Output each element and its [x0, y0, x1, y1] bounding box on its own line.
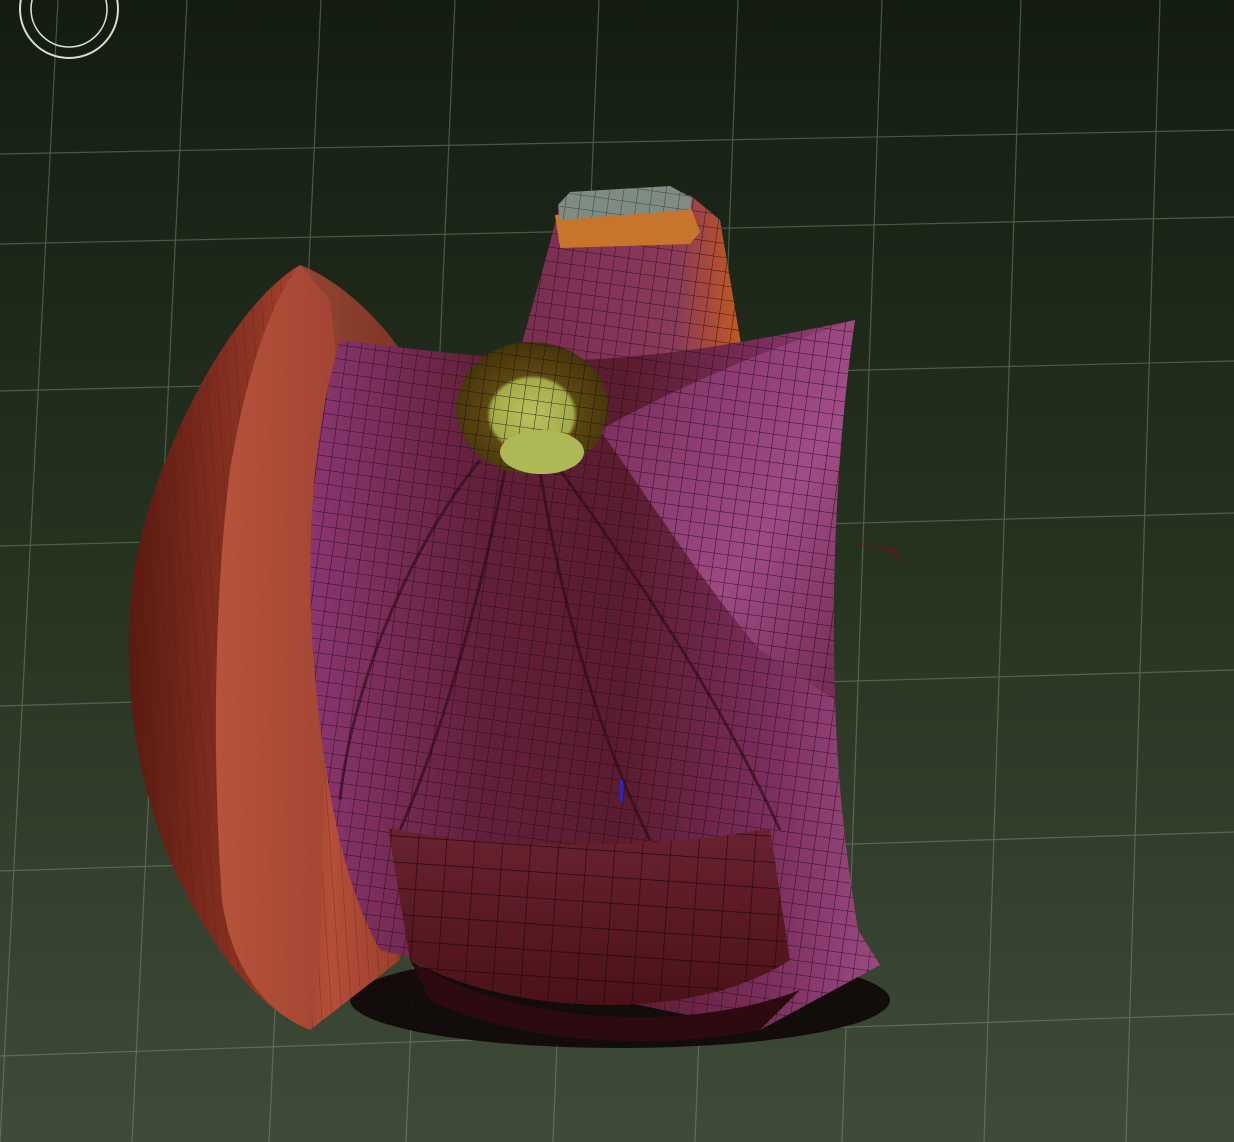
hole-bottom [500, 430, 584, 474]
viewport-canvas[interactable] [0, 0, 1234, 1142]
cursor-mark [620, 780, 623, 802]
3d-viewport[interactable] [0, 0, 1234, 1142]
orbit-ring-icon[interactable] [18, 0, 120, 60]
